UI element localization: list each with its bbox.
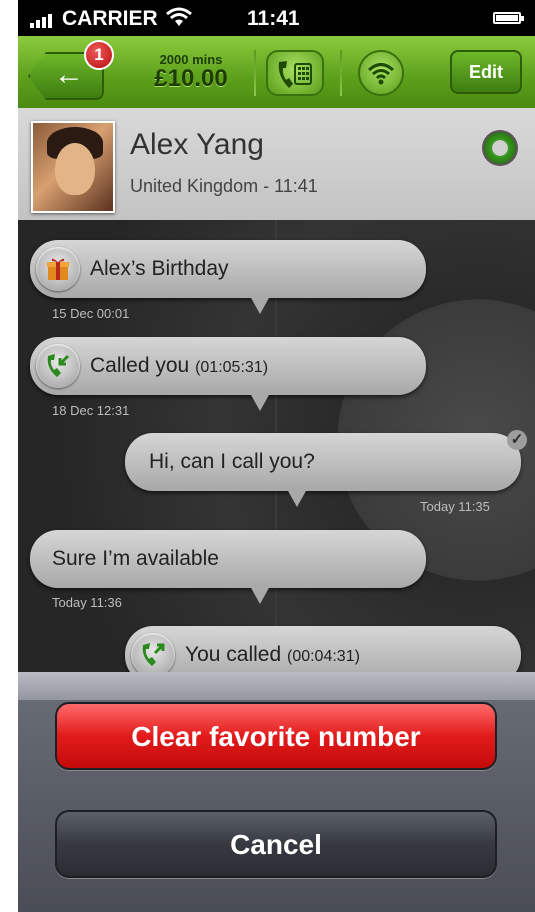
wifi-call-icon[interactable] <box>358 50 404 96</box>
avatar[interactable] <box>31 121 115 213</box>
clear-favorite-button[interactable]: Clear favorite number <box>55 702 497 770</box>
contact-header: Alex Yang United Kingdom - 11:41 <box>18 108 535 221</box>
status-time: 11:41 <box>247 7 300 30</box>
balance-label: £10.00 <box>154 65 228 92</box>
contact-location: United Kingdom - 11:41 <box>130 176 318 196</box>
message-bubble[interactable]: Sure I’m available <box>30 530 426 604</box>
notification-badge: 1 <box>84 40 114 70</box>
credit-balance[interactable]: 2000 mins £10.00 <box>136 52 246 93</box>
signal-icon <box>30 10 58 34</box>
contact-name: Alex Yang <box>130 128 264 161</box>
status-bar: CARRIER 11:41 <box>18 0 535 36</box>
message-text: Alex’s Birthday <box>90 257 229 280</box>
call-duration: (00:04:31) <box>286 648 360 665</box>
message-text: Sure I’m available <box>52 547 219 570</box>
message-text: Hi, can I call you? <box>149 450 315 473</box>
message-thread[interactable]: Alex’s Birthday 15 Dec 00:01 Called you … <box>18 220 535 672</box>
message-text: You called (00:04:31) <box>185 626 360 672</box>
message-timestamp: 18 Dec 12:31 <box>52 403 130 418</box>
message-timestamp: 15 Dec 00:01 <box>52 306 130 321</box>
outgoing-call-icon <box>131 633 175 672</box>
wifi-icon <box>166 6 192 34</box>
battery-icon <box>493 12 524 24</box>
phone-screen: CARRIER 11:41 ← 1 2000 mins £10.00 Edit … <box>18 0 535 912</box>
delivered-check-icon: ✓ <box>507 430 527 450</box>
message-bubble[interactable]: Called you (01:05:31) <box>30 337 426 411</box>
incoming-call-icon <box>36 344 80 388</box>
toolbar: ← 1 2000 mins £10.00 Edit <box>18 36 535 109</box>
cancel-button[interactable]: Cancel <box>55 810 497 878</box>
presence-status-icon <box>482 130 518 166</box>
edit-button[interactable]: Edit <box>450 50 522 94</box>
phone-dialpad-icon[interactable] <box>266 50 324 96</box>
message-timestamp: Today 11:35 <box>420 499 490 514</box>
message-text-main: You called <box>185 643 282 666</box>
message-bubble[interactable]: Hi, can I call you? <box>125 433 521 507</box>
carrier-label: CARRIER <box>62 7 158 30</box>
message-text-main: Called you <box>90 354 190 377</box>
message-bubble[interactable]: Alex’s Birthday <box>30 240 426 314</box>
message-bubble[interactable]: You called (00:04:31) <box>125 626 521 672</box>
message-timestamp: Today 11:36 <box>52 595 122 610</box>
gift-icon <box>36 247 80 291</box>
toolbar-divider <box>254 50 256 96</box>
back-arrow-icon: ← <box>54 58 84 91</box>
toolbar-divider <box>340 50 342 96</box>
call-duration: (01:05:31) <box>195 359 269 376</box>
message-text: Called you (01:05:31) <box>90 337 268 397</box>
